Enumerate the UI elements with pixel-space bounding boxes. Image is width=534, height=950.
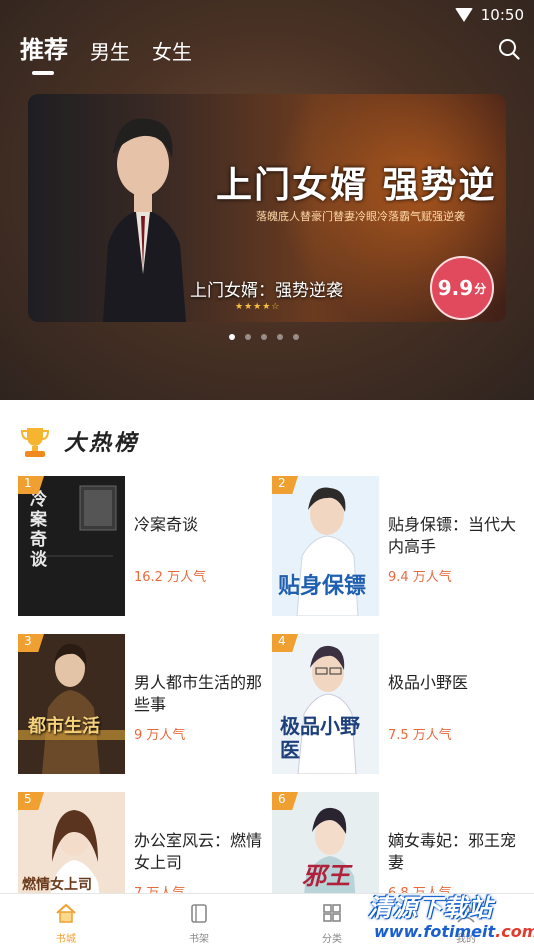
nav-bookshelf[interactable]: 书架 (164, 902, 234, 945)
bookshelf-icon (191, 904, 207, 923)
book-card[interactable]: 极品小野医 4 极品小野医 7.5 万人气 (272, 634, 522, 779)
cover-art (18, 643, 125, 774)
book-card[interactable]: 冷案奇谈 1 冷案奇谈 16.2 万人气 (18, 476, 268, 621)
pagination-dot[interactable] (245, 334, 251, 340)
book-popularity: 7.5 万人气 (388, 728, 452, 743)
banner-pagination (229, 334, 299, 340)
book-popularity: 16.2 万人气 (134, 570, 207, 585)
status-bar: 10:50 (454, 6, 524, 24)
header-background: 10:50 推荐 男生 女生 上门女婿 强势逆 落魄底人替豪门替妻冷眼冷落霸气赋… (0, 0, 534, 400)
pagination-dot[interactable] (277, 334, 283, 340)
book-cover: 冷案奇谈 1 (18, 476, 125, 616)
watermark-url-main: www.fotimeit (374, 922, 496, 941)
book-cover: 极品小野医 4 (272, 634, 379, 774)
nav-category-label: 分类 (322, 934, 342, 945)
pagination-dot[interactable] (229, 334, 235, 340)
status-time: 10:50 (480, 6, 524, 24)
nav-bookshelf-label: 书架 (189, 934, 209, 945)
watermark-url-tld: .com (495, 922, 534, 941)
cover-title: 贴身保镖 (278, 574, 367, 599)
book-title: 贴身保镖：当代大内高手 (388, 515, 517, 556)
tab-male[interactable]: 男生 (90, 36, 130, 65)
cover-title: 燃情女上司 (22, 877, 92, 893)
nav-bookstore[interactable]: 书城 (31, 902, 101, 945)
home-icon (56, 903, 76, 923)
watermark-title: 清源下载站 (368, 894, 493, 922)
score-value: 9.9 (437, 276, 474, 300)
watermark-url: www.fotimeit.com (374, 922, 534, 941)
book-title: 男人都市生活的那些事 (134, 673, 263, 714)
book-title: 嫡女毒妃：邪王宠妻 (388, 831, 517, 872)
nav-category[interactable]: 分类 (297, 902, 367, 945)
cover-title: 都市生活 (28, 716, 100, 737)
book-title: 办公室风云：燃情女上司 (134, 831, 263, 872)
book-card[interactable]: 贴身保镖 2 贴身保镖：当代大内高手 9.4 万人气 (272, 476, 522, 621)
banner-score-badge: 9.9 分 (430, 256, 494, 320)
hot-list-title: 大热榜 (64, 431, 140, 456)
cover-title: 冷案奇谈 (30, 490, 47, 570)
book-popularity: 9.4 万人气 (388, 570, 452, 585)
book-popularity: 9 万人气 (134, 728, 186, 743)
pagination-dot[interactable] (293, 334, 299, 340)
cover-title: 邪王 (302, 862, 350, 890)
category-icon (323, 904, 341, 922)
nav-bookstore-label: 书城 (56, 934, 76, 945)
book-cover: 都市生活 3 (18, 634, 125, 774)
book-title: 极品小野医 (388, 673, 469, 692)
pagination-dot[interactable] (261, 334, 267, 340)
search-icon[interactable] (498, 38, 520, 60)
book-title: 冷案奇谈 (134, 515, 199, 534)
banner-art-title: 上门女婿 强势逆 (216, 165, 497, 206)
banner-book-title: 上门女婿：强势逆袭 (190, 281, 343, 301)
wifi-icon (454, 8, 473, 22)
banner-rating-stars: ★★★★☆ (235, 302, 281, 312)
trophy-icon (20, 428, 50, 457)
book-cover: 贴身保镖 2 (272, 476, 379, 616)
featured-banner[interactable]: 上门女婿 强势逆 落魄底人替豪门替妻冷眼冷落霸气赋强逆袭 上门女婿：强势逆袭 ★… (28, 94, 506, 322)
banner-art-subtitle: 落魄底人替豪门替妻冷眼冷落霸气赋强逆袭 (256, 210, 465, 223)
tab-recommend[interactable]: 推荐 (20, 30, 68, 75)
score-unit: 分 (474, 281, 487, 296)
cover-title: 极品小野医 (280, 714, 360, 762)
book-card[interactable]: 都市生活 3 男人都市生活的那些事 9 万人气 (18, 634, 268, 779)
channel-tabs: 推荐 男生 女生 (20, 30, 192, 75)
tab-female[interactable]: 女生 (152, 36, 192, 65)
hot-list-header: 大热榜 (20, 424, 139, 458)
